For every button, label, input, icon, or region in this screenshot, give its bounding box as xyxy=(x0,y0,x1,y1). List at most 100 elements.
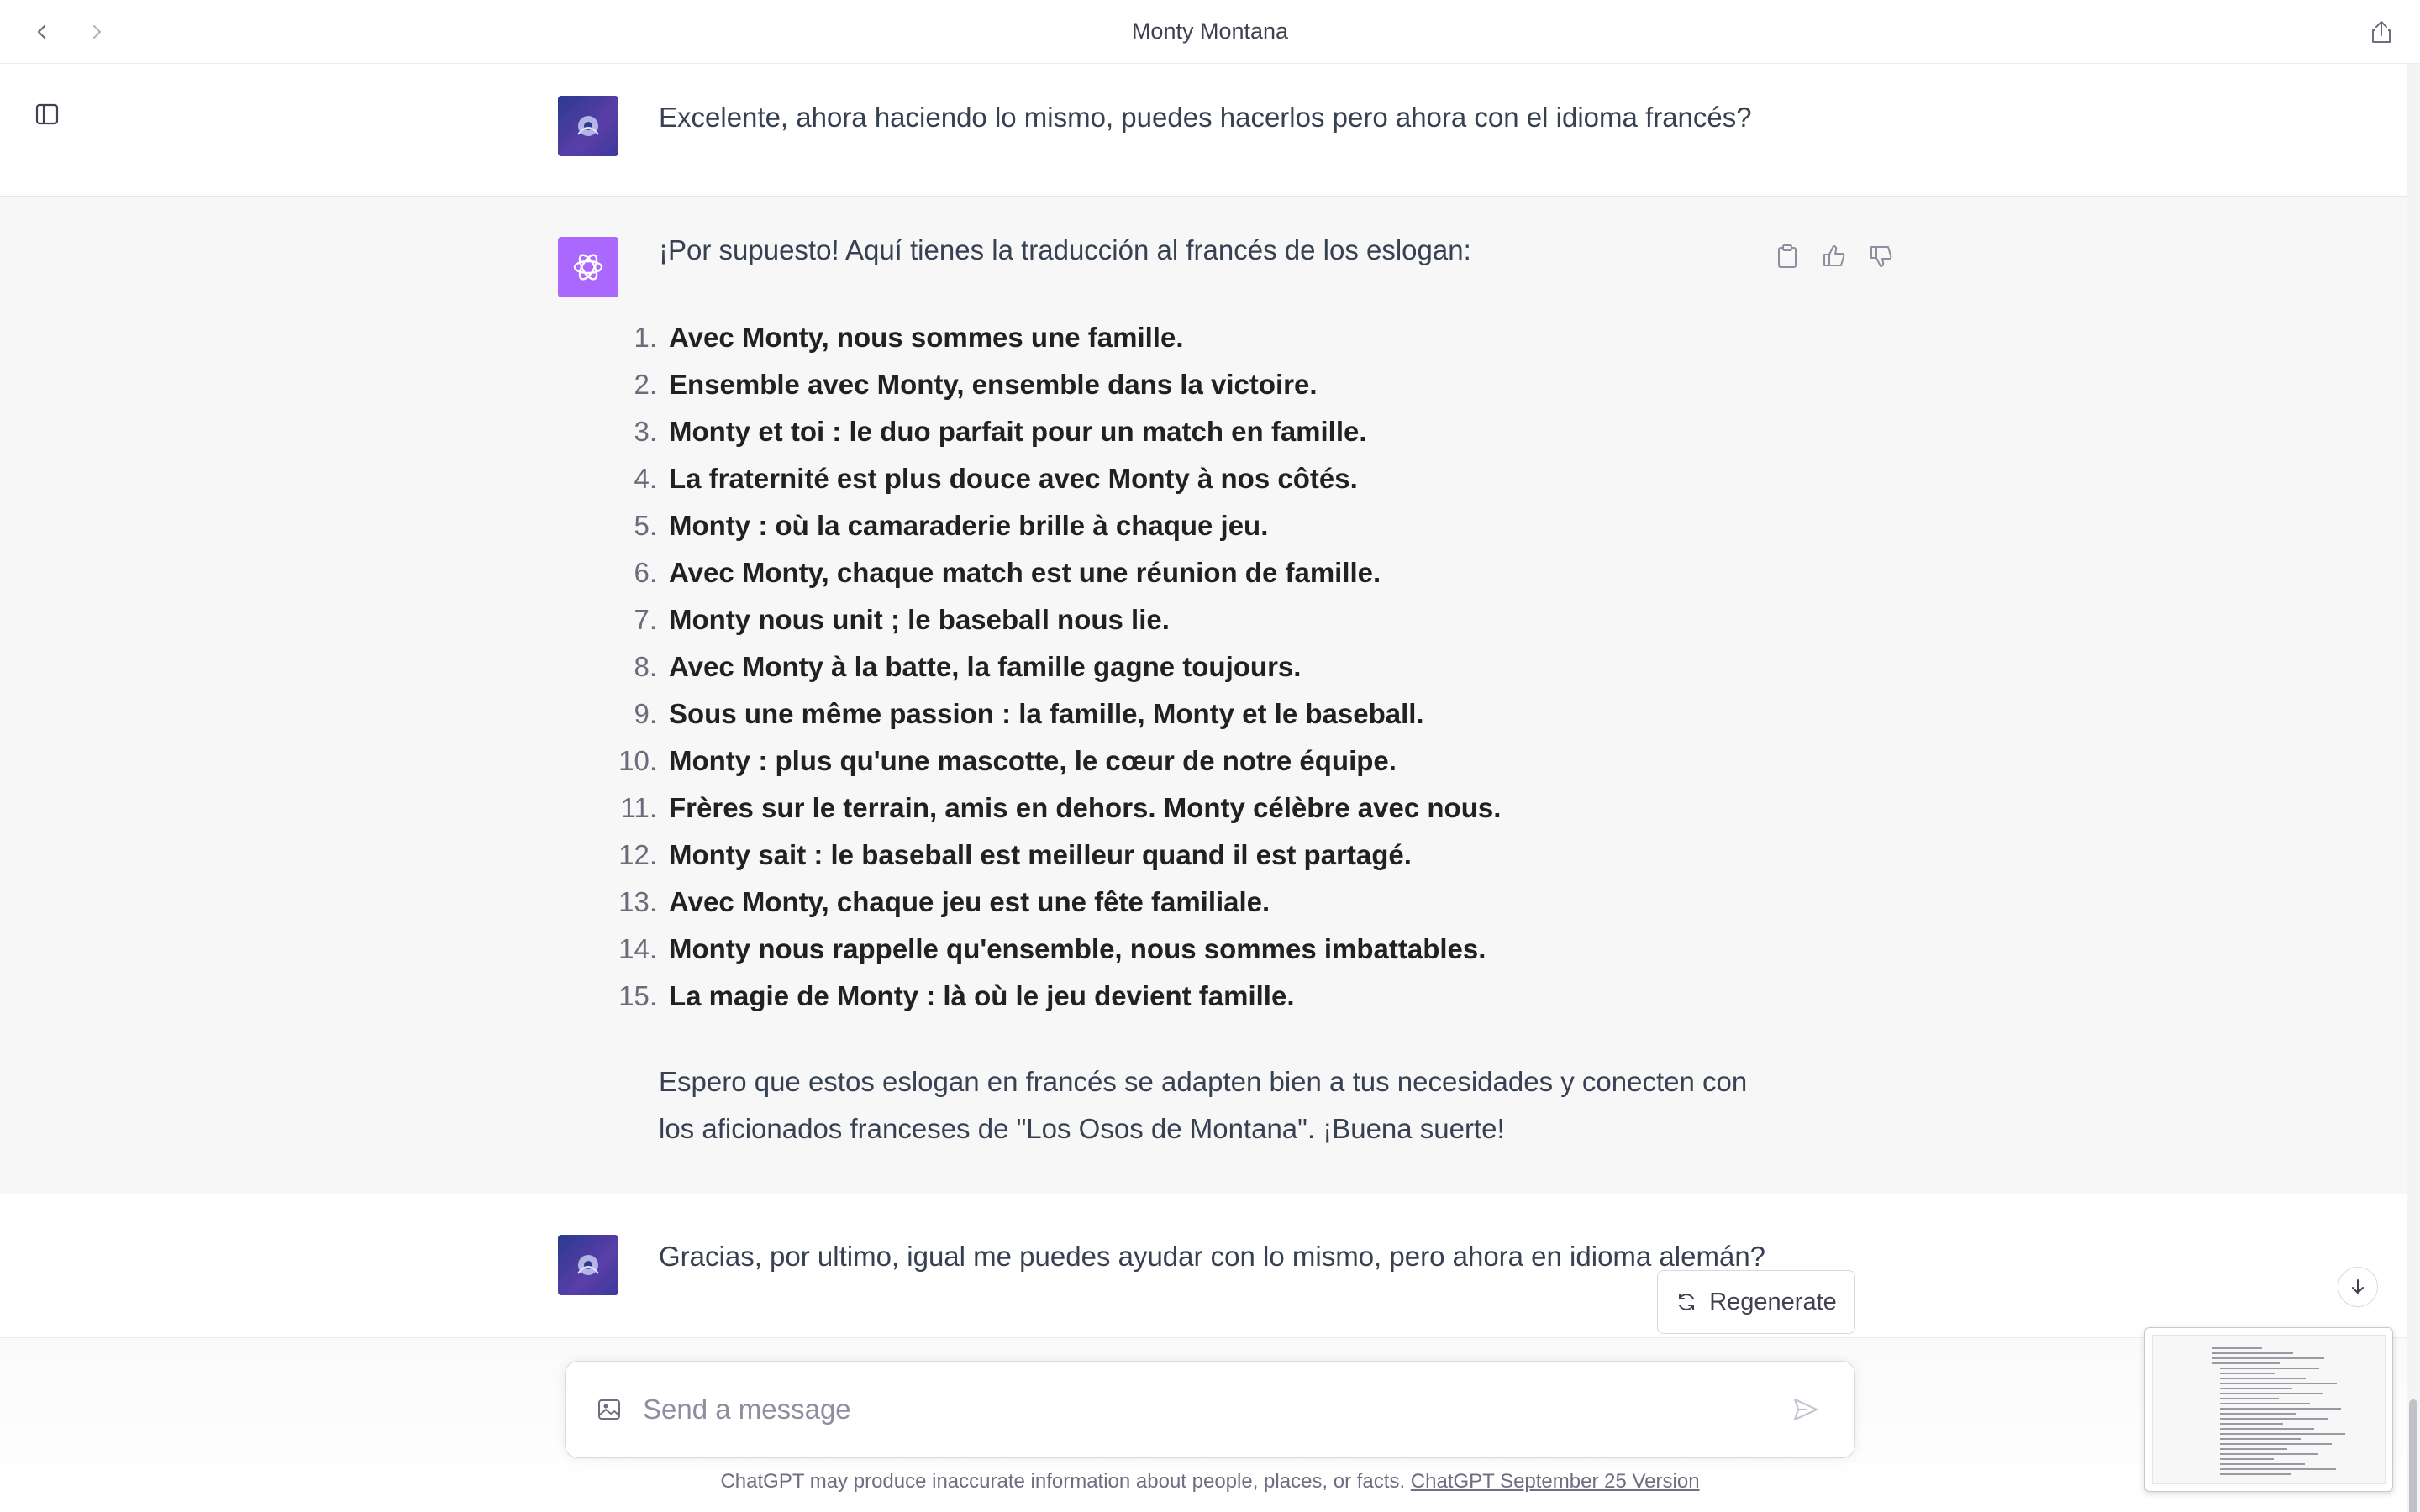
thumbnail-line xyxy=(2212,1362,2280,1364)
assistant-intro-text: ¡Por supuesto! Aquí tienes la traducción… xyxy=(659,234,1471,265)
scrollbar[interactable] xyxy=(2407,64,2420,1512)
regenerate-button[interactable]: Regenerate xyxy=(1657,1270,1855,1334)
thumbnail-line xyxy=(2220,1408,2341,1410)
regenerate-label: Regenerate xyxy=(1709,1288,1837,1315)
slogan-item: 10. Monty : plus qu'une mascotte, le cœur… xyxy=(605,738,1501,785)
thumbnail-line xyxy=(2220,1438,2301,1440)
user-message-text: Gracias, por ultimo, igual me puedes ayu… xyxy=(659,1241,1766,1272)
chevron-right-icon xyxy=(92,24,102,39)
window-title: Monty Montana xyxy=(1131,18,1289,44)
slogan-number: 2. xyxy=(634,369,657,400)
thumbs-up-icon xyxy=(1823,245,1845,266)
slogan-text: Avec Monty, chaque jeu est une fête fami… xyxy=(669,886,1270,917)
slogan-item: 4. La fraternité est plus douce avec Mont… xyxy=(605,455,1501,502)
message-composer xyxy=(565,1361,1855,1458)
openai-logo-icon xyxy=(573,254,603,281)
slogan-number: 6. xyxy=(634,557,657,588)
slogan-item: 3. Monty et toi : le duo parfait pour un … xyxy=(605,408,1501,455)
slogan-item: 2. Ensemble avec Monty, ensemble dans la … xyxy=(605,361,1501,408)
slogan-text: Monty : où la camaraderie brille à chaqu… xyxy=(669,510,1269,541)
slogan-item: 11. Frères sur le terrain, amis en dehors… xyxy=(605,785,1502,832)
slogan-text: Monty : plus qu'une mascotte, le cœur de… xyxy=(669,745,1397,776)
chatgpt-avatar xyxy=(558,237,618,297)
slogan-item: 7. Monty nous unit ; le baseball nous lie… xyxy=(605,596,1501,643)
slogan-number: 13. xyxy=(618,886,657,917)
forward-button[interactable] xyxy=(80,15,113,49)
title-bar: Monty Montana xyxy=(0,0,2420,64)
slogan-item: 1. Avec Monty, nous sommes une famille. xyxy=(605,314,1501,361)
thumbnail-line xyxy=(2220,1378,2306,1379)
arrow-down-icon xyxy=(2352,1279,2364,1294)
user-avatar xyxy=(558,96,618,156)
thumbnail-line xyxy=(2220,1468,2336,1470)
thumbnail-line xyxy=(2212,1357,2324,1359)
thumbnail-line xyxy=(2220,1443,2332,1445)
slogan-number: 3. xyxy=(634,416,657,447)
slogan-text: Avec Monty, chaque match est une réunion… xyxy=(669,557,1381,588)
user-message-text: Excelente, ahora haciendo lo mismo, pued… xyxy=(659,102,1752,133)
slogan-text: Avec Monty, nous sommes une famille. xyxy=(669,322,1184,353)
share-button[interactable] xyxy=(2363,13,2400,50)
user-avatar-icon xyxy=(577,1255,599,1275)
slogan-number: 15. xyxy=(618,980,657,1011)
share-icon xyxy=(2372,21,2391,43)
version-link[interactable]: ChatGPT September 25 Version xyxy=(1411,1470,1700,1493)
send-button[interactable] xyxy=(1786,1389,1826,1430)
slogan-number: 1. xyxy=(634,322,657,353)
copy-button[interactable] xyxy=(1773,242,1802,270)
slogan-item: 15. La magie de Monty : là où le jeu devi… xyxy=(605,973,1501,1020)
sidebar-toggle-icon xyxy=(35,103,59,125)
thumbs-up-button[interactable] xyxy=(1820,242,1849,270)
slogan-item: 6. Avec Monty, chaque match est une réuni… xyxy=(605,549,1501,596)
thumbnail-line xyxy=(2220,1413,2296,1415)
back-button[interactable] xyxy=(25,15,59,49)
thumbnail-line xyxy=(2220,1388,2292,1389)
send-icon xyxy=(1793,1398,1818,1421)
footer: ChatGPT may produce inaccurate informati… xyxy=(0,1470,2420,1494)
refresh-icon xyxy=(1679,1294,1695,1310)
slogan-text: Frères sur le terrain, amis en dehors. M… xyxy=(669,792,1502,823)
slogan-number: 12. xyxy=(618,839,657,870)
slogan-number: 9. xyxy=(634,698,657,729)
thumbnail-line xyxy=(2220,1428,2314,1430)
disclaimer-text: ChatGPT may produce inaccurate informati… xyxy=(720,1470,1406,1493)
slogan-text: Avec Monty à la batte, la famille gagne … xyxy=(669,651,1302,682)
message-input[interactable] xyxy=(643,1384,1786,1435)
slogan-number: 11. xyxy=(620,792,657,823)
message-actions xyxy=(1773,242,1896,270)
thumbnail-line xyxy=(2220,1393,2323,1394)
slogan-number: 14. xyxy=(618,933,657,964)
user-avatar-icon xyxy=(577,116,599,136)
slogan-text: Monty nous rappelle qu'ensemble, nous so… xyxy=(669,933,1486,964)
slogan-item: 5. Monty : où la camaraderie brille à cha… xyxy=(605,502,1501,549)
thumbnail-line xyxy=(2220,1458,2274,1460)
thumbnail-line xyxy=(2220,1418,2328,1420)
slogan-number: 4. xyxy=(634,463,657,494)
thumbnail-content xyxy=(2152,1335,2386,1484)
thumbnail-line xyxy=(2220,1398,2279,1399)
attach-image-button[interactable] xyxy=(592,1393,626,1426)
thumbnail-line xyxy=(2212,1347,2262,1349)
thumbnail-line xyxy=(2220,1368,2319,1369)
image-icon xyxy=(598,1399,620,1420)
thumbs-down-icon xyxy=(1870,246,1892,267)
slogan-number: 10. xyxy=(618,745,657,776)
slogan-item: 14. Monty nous rappelle qu'ensemble, nous… xyxy=(605,926,1501,973)
scrollbar-thumb[interactable] xyxy=(2409,1399,2417,1512)
slogan-text: La magie de Monty : là où le jeu devient… xyxy=(669,980,1295,1011)
slogan-item: 12. Monty sait : le baseball est meilleur… xyxy=(605,832,1501,879)
sidebar-toggle-button[interactable] xyxy=(30,97,64,131)
assistant-message: ¡Por supuesto! Aquí tienes la traducción… xyxy=(0,197,2407,1194)
slogan-number: 8. xyxy=(634,651,657,682)
user-message: Gracias, por ultimo, igual me puedes ayu… xyxy=(0,1194,2407,1337)
slogan-number: 5. xyxy=(634,510,657,541)
thumbs-down-button[interactable] xyxy=(1867,242,1896,270)
slogan-item: 13. Avec Monty, chaque jeu est une fête f… xyxy=(605,879,1501,926)
window-preview-thumbnail[interactable] xyxy=(2144,1327,2393,1492)
slogan-text: Monty et toi : le duo parfait pour un ma… xyxy=(669,416,1367,447)
scroll-to-bottom-button[interactable] xyxy=(2338,1267,2378,1307)
thumbnail-line xyxy=(2220,1473,2291,1475)
thumbnail-line xyxy=(2212,1352,2293,1354)
thumbnail-line xyxy=(2220,1373,2275,1374)
thumbnail-line xyxy=(2220,1383,2337,1384)
